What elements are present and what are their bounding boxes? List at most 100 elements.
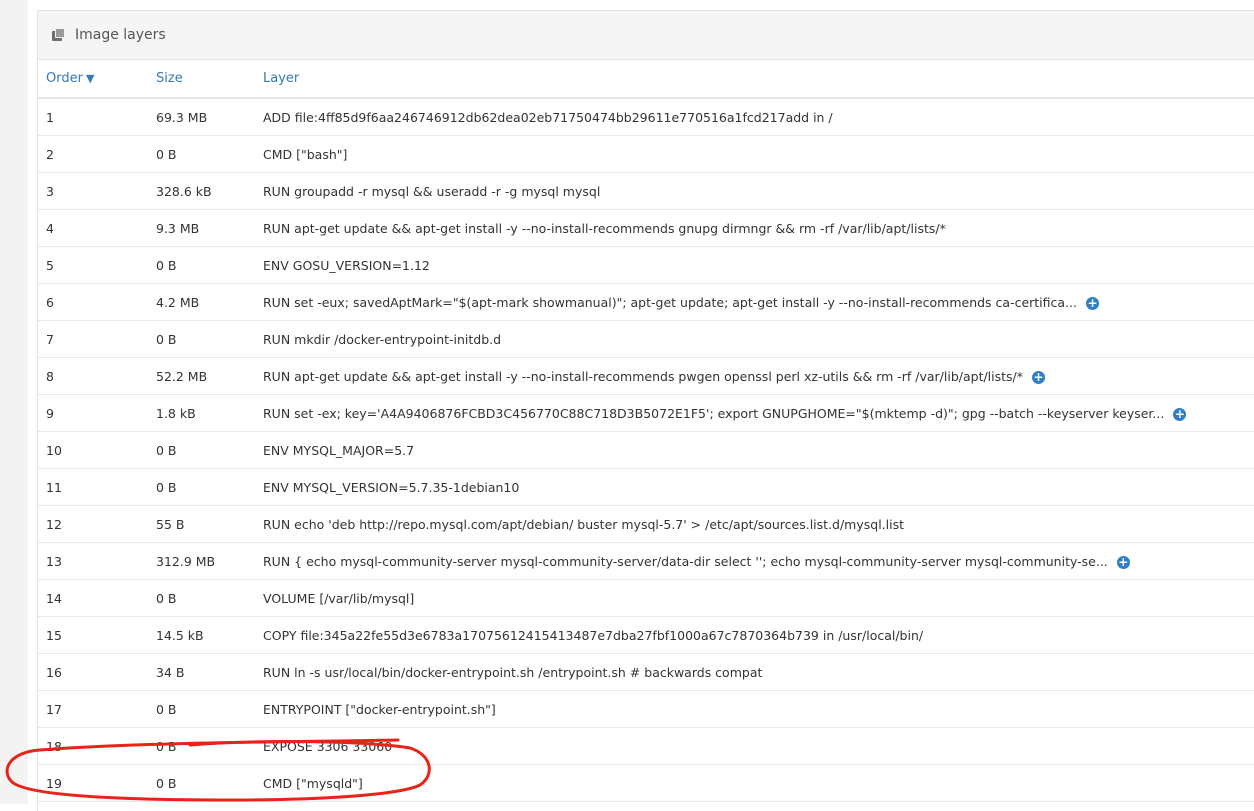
layer-command: ENV MYSQL_MAJOR=5.7 (263, 443, 1254, 458)
layer-size: 0 B (156, 146, 177, 162)
left-gutter (0, 0, 28, 804)
layer-command-text: RUN apt-get update && apt-get install -y… (263, 368, 1024, 384)
layer-order: 3 (46, 183, 54, 199)
table-row: 9 1.8 kB RUN set -ex; key='A4A9406876FCBD3… (38, 395, 1254, 432)
layer-command: ENTRYPOINT ["docker-entrypoint.sh"] (263, 702, 1254, 717)
layer-command-text: RUN ln -s usr/local/bin/docker-entrypoin… (263, 664, 763, 680)
layer-command-text: RUN set -eux; savedAptMark="$(apt-mark s… (263, 294, 1077, 310)
layers-icon (52, 28, 66, 42)
table-row: 10 0 B ENV MYSQL_MAJOR=5.7 (38, 432, 1254, 469)
plus-circle-icon[interactable]: + (1085, 296, 1099, 310)
layer-command: RUN groupadd -r mysql && useradd -r -g m… (263, 184, 1254, 199)
table-row: 12 55 B RUN echo 'deb http://repo.mysql.co… (38, 506, 1254, 543)
layer-size: 0 B (156, 701, 177, 717)
layer-order: 17 (46, 701, 62, 717)
layer-command-text: RUN { echo mysql-community-server mysql-… (263, 553, 1108, 569)
layer-order: 11 (46, 479, 62, 495)
layer-order: 19 (46, 775, 62, 791)
layer-order: 10 (46, 442, 62, 458)
layer-command: RUN echo 'deb http://repo.mysql.com/apt/… (263, 517, 1254, 532)
layer-size: 0 B (156, 442, 177, 458)
layer-command: RUN ln -s usr/local/bin/docker-entrypoin… (263, 665, 1254, 680)
layer-size: 328.6 kB (156, 183, 212, 199)
table-row: 16 34 B RUN ln -s usr/local/bin/docker-ent… (38, 654, 1254, 691)
layer-command-text: RUN mkdir /docker-entrypoint-initdb.d (263, 331, 502, 347)
table-row: 14 0 B VOLUME [/var/lib/mysql] (38, 580, 1254, 617)
layer-order: 15 (46, 627, 62, 643)
layer-command-text: VOLUME [/var/lib/mysql] (263, 590, 415, 606)
layer-size: 0 B (156, 738, 177, 754)
layer-order: 8 (46, 368, 54, 384)
layer-command: RUN set -eux; savedAptMark="$(apt-mark s… (263, 295, 1254, 310)
table-row: 1 69.3 MB ADD file:4ff85d9f6aa246746912db6… (38, 99, 1254, 136)
layer-command: ENV GOSU_VERSION=1.12 (263, 258, 1254, 273)
layer-size: 0 B (156, 331, 177, 347)
table-row: 2 0 B CMD ["bash"] (38, 136, 1254, 173)
layer-size: 0 B (156, 479, 177, 495)
size-column-header[interactable]: Size (156, 71, 263, 86)
layer-command: VOLUME [/var/lib/mysql] (263, 591, 1254, 606)
layer-command: EXPOSE 3306 33060 (263, 739, 1254, 754)
table-header: Order ▼ Size Layer (38, 60, 1254, 99)
image-layers-panel: Image layers Order ▼ Size Layer 1 69.3 MB A… (37, 10, 1254, 811)
table-body: 1 69.3 MB ADD file:4ff85d9f6aa246746912db6… (38, 99, 1254, 802)
layer-command-text: ENV MYSQL_VERSION=5.7.35-1debian10 (263, 479, 520, 495)
layer-size: 52.2 MB (156, 368, 208, 384)
table-row: 3 328.6 kB RUN groupadd -r mysql && userad… (38, 173, 1254, 210)
layer-order: 18 (46, 738, 62, 754)
layer-order: 6 (46, 294, 54, 310)
layer-order: 9 (46, 405, 54, 421)
layer-order: 2 (46, 146, 54, 162)
layer-command: CMD ["mysqld"] (263, 776, 1254, 791)
layer-command: RUN apt-get update && apt-get install -y… (263, 369, 1254, 384)
layer-size: 34 B (156, 664, 185, 680)
layer-command: COPY file:345a22fe55d3e6783a170756124154… (263, 628, 1254, 643)
layer-command-text: CMD ["mysqld"] (263, 775, 363, 791)
layer-command: CMD ["bash"] (263, 147, 1254, 162)
layer-size: 14.5 kB (156, 627, 204, 643)
layer-order: 13 (46, 553, 62, 569)
layer-size: 0 B (156, 590, 177, 606)
table-row: 7 0 B RUN mkdir /docker-entrypoint-initdb.… (38, 321, 1254, 358)
layer-command-text: RUN set -ex; key='A4A9406876FCBD3C456770… (263, 405, 1165, 421)
layer-command: ENV MYSQL_VERSION=5.7.35-1debian10 (263, 480, 1254, 495)
layer-column-header[interactable]: Layer (263, 71, 1254, 86)
layer-order: 1 (46, 109, 54, 125)
layer-size: 69.3 MB (156, 109, 208, 125)
layer-command: RUN set -ex; key='A4A9406876FCBD3C456770… (263, 406, 1254, 421)
layer-command-text: ENV MYSQL_MAJOR=5.7 (263, 442, 415, 458)
table-row: 17 0 B ENTRYPOINT ["docker-entrypoint.sh"] (38, 691, 1254, 728)
layer-order: 14 (46, 590, 62, 606)
table-row: 5 0 B ENV GOSU_VERSION=1.12 (38, 247, 1254, 284)
layer-command-text: RUN groupadd -r mysql && useradd -r -g m… (263, 183, 601, 199)
table-row: 19 0 B CMD ["mysqld"] (38, 765, 1254, 802)
layer-command: ADD file:4ff85d9f6aa246746912db62dea02eb… (263, 110, 1254, 125)
table-row: 18 0 B EXPOSE 3306 33060 (38, 728, 1254, 765)
layer-size: 1.8 kB (156, 405, 196, 421)
table-row: 11 0 B ENV MYSQL_VERSION=5.7.35-1debian10 (38, 469, 1254, 506)
layer-order: 7 (46, 331, 54, 347)
layer-command: RUN { echo mysql-community-server mysql-… (263, 554, 1254, 569)
layer-order: 5 (46, 257, 54, 273)
table-row: 15 14.5 kB COPY file:345a22fe55d3e6783a170… (38, 617, 1254, 654)
chevron-down-icon[interactable]: ▼ (86, 72, 94, 85)
layer-size: 9.3 MB (156, 220, 200, 236)
layer-size: 312.9 MB (156, 553, 216, 569)
table-row: 8 52.2 MB RUN apt-get update && apt-get in… (38, 358, 1254, 395)
panel-header: Image layers (38, 11, 1254, 60)
table-row: 6 4.2 MB RUN set -eux; savedAptMark="$(apt… (38, 284, 1254, 321)
layer-order: 12 (46, 516, 62, 532)
layer-command-text: COPY file:345a22fe55d3e6783a170756124154… (263, 627, 924, 643)
plus-circle-icon[interactable]: + (1032, 370, 1046, 384)
plus-circle-icon[interactable]: + (1116, 555, 1130, 569)
layer-command: RUN mkdir /docker-entrypoint-initdb.d (263, 332, 1254, 347)
layer-command-text: RUN apt-get update && apt-get install -y… (263, 220, 946, 236)
layer-command-text: EXPOSE 3306 33060 (263, 738, 393, 754)
layer-size: 0 B (156, 775, 177, 791)
order-column-header[interactable]: Order ▼ (38, 71, 156, 86)
layer-command-text: ENV GOSU_VERSION=1.12 (263, 257, 430, 273)
table-row: 4 9.3 MB RUN apt-get update && apt-get ins… (38, 210, 1254, 247)
layer-command-text: RUN echo 'deb http://repo.mysql.com/apt/… (263, 516, 905, 532)
layer-command-text: ADD file:4ff85d9f6aa246746912db62dea02eb… (263, 109, 833, 125)
plus-circle-icon[interactable]: + (1173, 407, 1187, 421)
